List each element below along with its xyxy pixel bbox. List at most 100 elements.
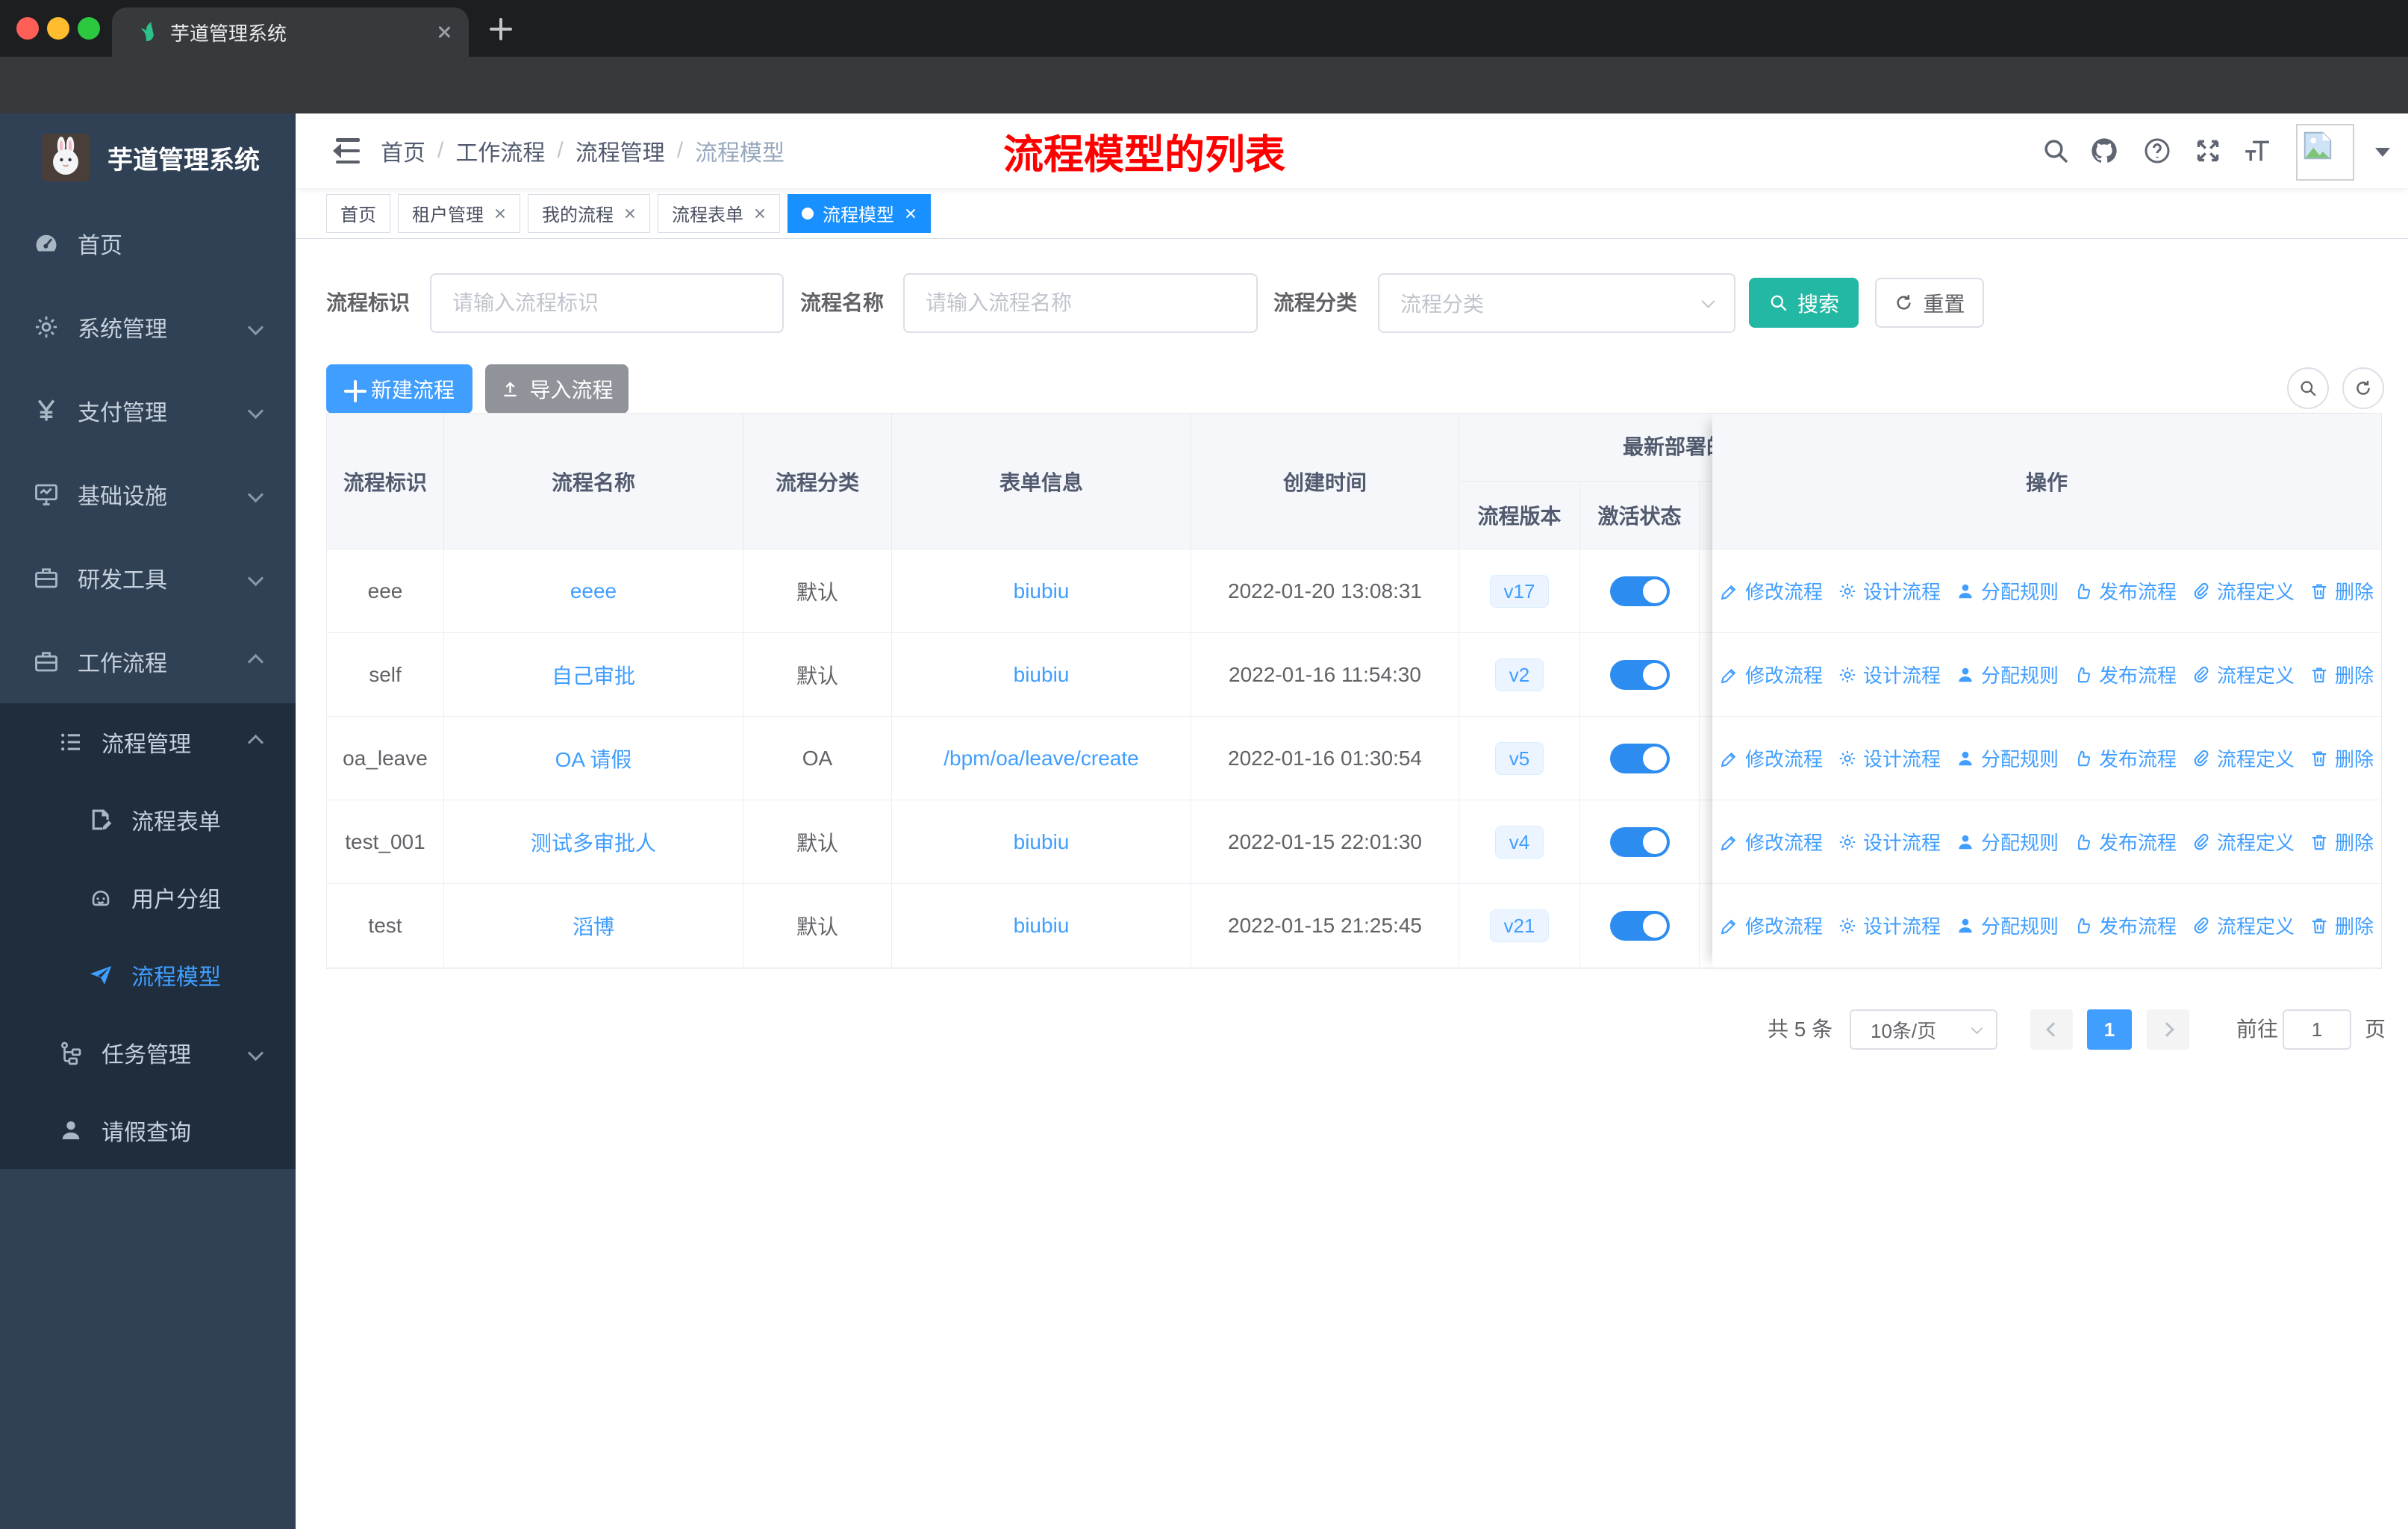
- user-avatar[interactable]: [2296, 124, 2354, 181]
- new-tab-button[interactable]: [490, 18, 512, 40]
- create-process-button[interactable]: 新建流程: [326, 364, 472, 414]
- sidebar-item-process-model[interactable]: 流程模型: [0, 936, 296, 1014]
- process-name-link[interactable]: 自己审批: [552, 660, 635, 690]
- action-design[interactable]: 设计流程: [1838, 912, 1941, 939]
- font-size-icon[interactable]: [2242, 136, 2272, 166]
- action-deploy[interactable]: 发布流程: [2074, 744, 2177, 772]
- traffic-light-minimize[interactable]: [47, 17, 69, 40]
- page-size-select[interactable]: 10条/页: [1850, 1009, 1997, 1050]
- reset-button[interactable]: 重置: [1875, 278, 1984, 328]
- action-assign-rule[interactable]: 分配规则: [1956, 912, 2059, 939]
- sidebar-item-leave-query[interactable]: 请假查询: [0, 1092, 296, 1169]
- action-assign-rule[interactable]: 分配规则: [1956, 577, 2059, 605]
- import-process-button[interactable]: 导入流程: [485, 364, 628, 414]
- action-modify[interactable]: 修改流程: [1720, 661, 1823, 688]
- action-deploy[interactable]: 发布流程: [2074, 577, 2177, 605]
- form-info-link[interactable]: biubiu: [1014, 663, 1070, 687]
- action-delete[interactable]: 删除: [2309, 577, 2374, 605]
- active-toggle[interactable]: [1609, 659, 1670, 690]
- sidebar-item-user-group[interactable]: 用户分组: [0, 859, 296, 936]
- action-design[interactable]: 设计流程: [1838, 744, 1941, 772]
- form-info-link[interactable]: biubiu: [1014, 579, 1070, 603]
- action-delete[interactable]: 删除: [2309, 661, 2374, 688]
- goto-page-input[interactable]: [2283, 1009, 2351, 1050]
- action-definition[interactable]: 流程定义: [2192, 912, 2295, 939]
- action-deploy[interactable]: 发布流程: [2074, 912, 2177, 939]
- action-modify[interactable]: 修改流程: [1720, 828, 1823, 856]
- action-definition[interactable]: 流程定义: [2192, 661, 2295, 688]
- active-toggle[interactable]: [1609, 910, 1670, 941]
- sidebar-item-home[interactable]: 首页: [0, 202, 296, 285]
- process-name-link[interactable]: eeee: [570, 579, 617, 603]
- process-key-input[interactable]: [430, 273, 784, 333]
- tag-close-icon[interactable]: [624, 208, 636, 219]
- search-icon[interactable]: [2041, 136, 2071, 166]
- traffic-light-close[interactable]: [16, 17, 39, 40]
- action-assign-rule[interactable]: 分配规则: [1956, 744, 2059, 772]
- action-delete[interactable]: 删除: [2309, 744, 2374, 772]
- view-tag[interactable]: 流程模型: [787, 193, 931, 233]
- sidebar-item-process-mgmt[interactable]: 流程管理: [0, 703, 296, 781]
- form-info-link[interactable]: biubiu: [1014, 830, 1070, 854]
- fullscreen-icon[interactable]: [2193, 136, 2223, 166]
- action-deploy[interactable]: 发布流程: [2074, 661, 2177, 688]
- action-modify[interactable]: 修改流程: [1720, 912, 1823, 939]
- action-definition[interactable]: 流程定义: [2192, 828, 2295, 856]
- action-definition[interactable]: 流程定义: [2192, 744, 2295, 772]
- action-assign-rule[interactable]: 分配规则: [1956, 828, 2059, 856]
- toolbox-icon: [33, 564, 60, 591]
- breadcrumb-workflow[interactable]: 工作流程: [455, 134, 545, 167]
- process-name-link[interactable]: OA 请假: [555, 744, 632, 773]
- process-name-link[interactable]: 滔博: [573, 911, 614, 941]
- active-toggle[interactable]: [1609, 743, 1670, 773]
- current-page-button[interactable]: 1: [2087, 1009, 2132, 1050]
- breadcrumb-process-mgmt[interactable]: 流程管理: [576, 134, 665, 167]
- prev-page-button[interactable]: [2030, 1009, 2073, 1050]
- process-name-input[interactable]: [903, 273, 1258, 333]
- refresh-table-button[interactable]: [2342, 367, 2384, 409]
- tag-close-icon[interactable]: [905, 208, 917, 219]
- tag-close-icon[interactable]: [494, 208, 506, 219]
- action-delete[interactable]: 删除: [2309, 912, 2374, 939]
- category-select[interactable]: 流程分类: [1378, 273, 1735, 333]
- help-icon[interactable]: [2142, 136, 2172, 166]
- action-definition[interactable]: 流程定义: [2192, 577, 2295, 605]
- search-button[interactable]: 搜索: [1749, 278, 1859, 328]
- sidebar-toggle-icon[interactable]: [325, 138, 360, 164]
- view-tag[interactable]: 流程表单: [658, 193, 780, 233]
- browser-tab[interactable]: 芋道管理系统: [112, 7, 469, 57]
- sidebar-item-infra[interactable]: 基础设施: [0, 452, 296, 536]
- form-info-link[interactable]: /bpm/oa/leave/create: [943, 747, 1139, 770]
- action-deploy[interactable]: 发布流程: [2074, 828, 2177, 856]
- action-design[interactable]: 设计流程: [1838, 828, 1941, 856]
- action-delete[interactable]: 删除: [2309, 828, 2374, 856]
- action-design[interactable]: 设计流程: [1838, 661, 1941, 688]
- traffic-light-zoom[interactable]: [78, 17, 100, 40]
- action-design[interactable]: 设计流程: [1838, 577, 1941, 605]
- active-toggle[interactable]: [1609, 826, 1670, 857]
- active-toggle[interactable]: [1609, 576, 1670, 606]
- sidebar-logo[interactable]: 芋道管理系统: [0, 113, 296, 202]
- sidebar-item-process-form[interactable]: 流程表单: [0, 781, 296, 859]
- sidebar-item-system[interactable]: 系统管理: [0, 285, 296, 369]
- sy-trash: [2309, 582, 2329, 601]
- action-modify[interactable]: 修改流程: [1720, 744, 1823, 772]
- view-tag[interactable]: 租户管理: [398, 193, 520, 233]
- sidebar-item-payment[interactable]: 支付管理: [0, 369, 296, 452]
- view-tag[interactable]: 首页: [326, 193, 390, 233]
- avatar-caret-down-icon[interactable]: [2375, 148, 2390, 164]
- sidebar-item-workflow[interactable]: 工作流程: [0, 620, 296, 703]
- action-assign-rule[interactable]: 分配规则: [1956, 661, 2059, 688]
- github-icon[interactable]: [2089, 136, 2119, 166]
- sidebar-item-devtools[interactable]: 研发工具: [0, 536, 296, 620]
- tab-close-icon[interactable]: [436, 24, 452, 40]
- breadcrumb-home[interactable]: 首页: [381, 134, 425, 167]
- view-tag[interactable]: 我的流程: [528, 193, 650, 233]
- tag-close-icon[interactable]: [754, 208, 766, 219]
- show-search-button[interactable]: [2287, 367, 2329, 409]
- next-page-button[interactable]: [2147, 1009, 2189, 1050]
- action-modify[interactable]: 修改流程: [1720, 577, 1823, 605]
- form-info-link[interactable]: biubiu: [1014, 914, 1070, 938]
- process-name-link[interactable]: 测试多审批人: [531, 827, 656, 857]
- sidebar-item-task-mgmt[interactable]: 任务管理: [0, 1014, 296, 1092]
